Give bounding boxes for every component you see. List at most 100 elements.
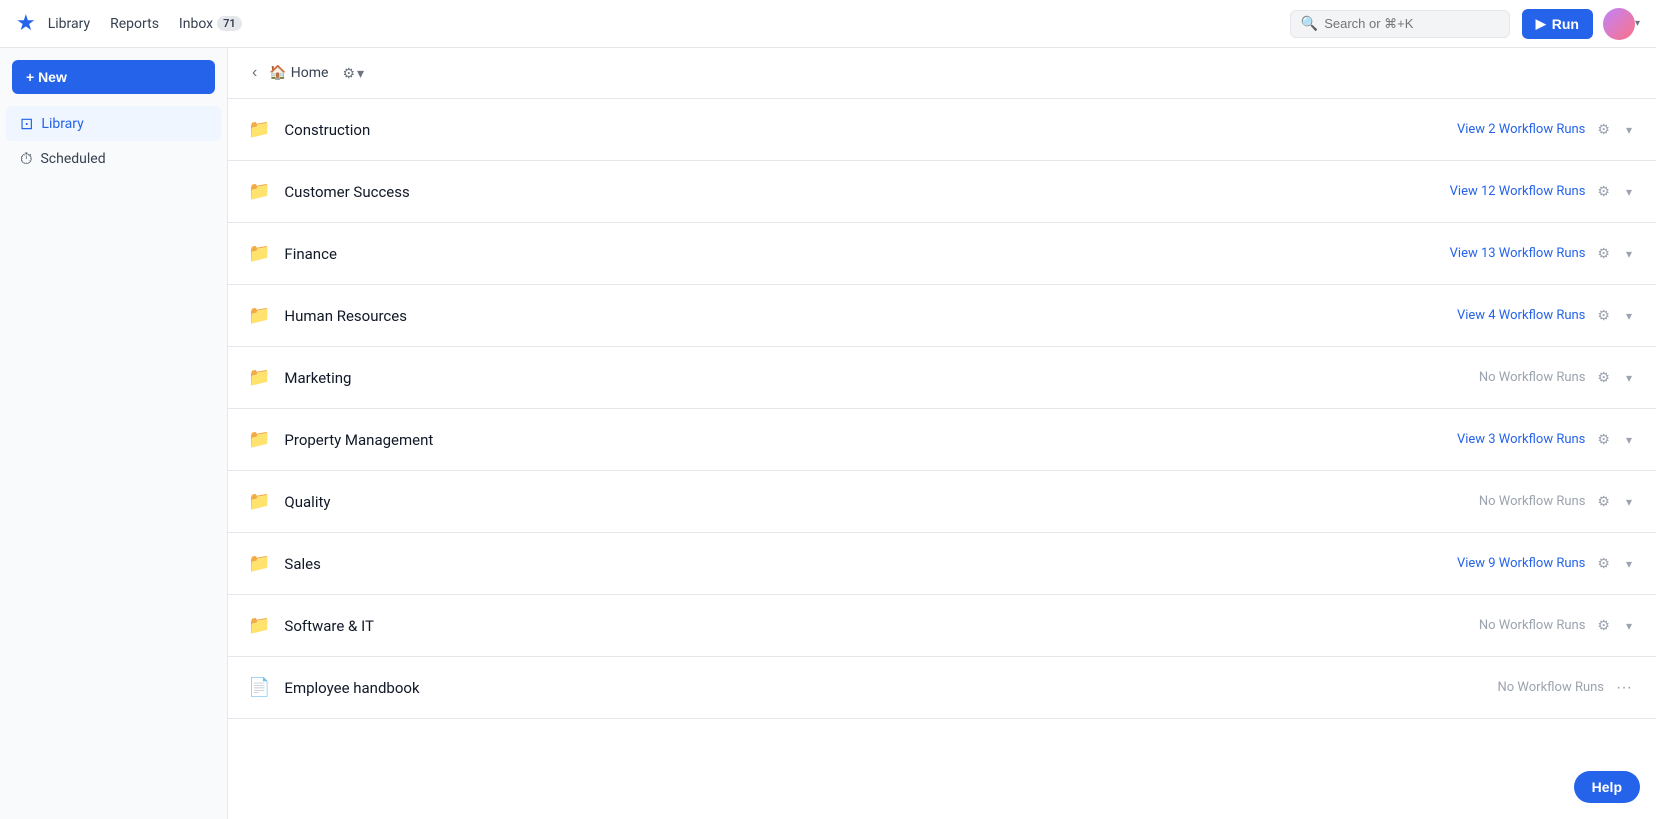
row-expand-button[interactable]: ▾ (1622, 181, 1636, 203)
row-actions: No Workflow Runs ⚙ ▾ (1479, 489, 1636, 514)
row-settings-button[interactable]: ⚙ (1593, 551, 1614, 576)
row-more-button[interactable]: ··· (1612, 675, 1636, 701)
folder-icon: 📁 (248, 119, 270, 140)
library-list: 📁 ConstructionView 2 Workflow Runs ⚙ ▾ 📁 Cust… (228, 99, 1656, 719)
library-row: 📁 FinanceView 13 Workflow Runs ⚙ ▾ (228, 223, 1656, 285)
header-settings-icon: ⚙ (342, 65, 355, 82)
folder-icon: 📁 (248, 491, 270, 512)
library-item-name: Employee handbook (284, 679, 1497, 697)
sidebar-item-scheduled[interactable]: ⏱ Scheduled (6, 141, 221, 177)
avatar[interactable] (1603, 8, 1635, 40)
row-actions: View 3 Workflow Runs ⚙ ▾ (1457, 427, 1636, 452)
header-settings-button[interactable]: ⚙ ▾ (336, 61, 370, 86)
run-button[interactable]: ▶ Run (1522, 9, 1593, 39)
library-item-name: Customer Success (284, 183, 1449, 201)
no-workflow-runs-label: No Workflow Runs (1479, 370, 1586, 385)
row-settings-button[interactable]: ⚙ (1593, 365, 1614, 390)
help-button[interactable]: Help (1574, 771, 1640, 803)
row-settings-button[interactable]: ⚙ (1593, 241, 1614, 266)
row-settings-button[interactable]: ⚙ (1593, 179, 1614, 204)
search-box[interactable]: 🔍 (1290, 10, 1510, 38)
row-actions: View 12 Workflow Runs ⚙ ▾ (1450, 179, 1636, 204)
search-input[interactable] (1324, 16, 1499, 31)
library-item-name: Human Resources (284, 307, 1457, 325)
inbox-label: Inbox (179, 16, 213, 32)
library-item-name: Sales (284, 555, 1457, 573)
view-workflow-runs-link[interactable]: View 12 Workflow Runs (1450, 184, 1586, 199)
row-settings-button[interactable]: ⚙ (1593, 303, 1614, 328)
folder-icon: 📁 (248, 553, 270, 574)
folder-icon: 📁 (248, 615, 270, 636)
library-row: 📁 Software & ITNo Workflow Runs ⚙ ▾ (228, 595, 1656, 657)
library-row: 📁 Property ManagementView 3 Workflow Runs… (228, 409, 1656, 471)
home-link[interactable]: 🏠 Home (269, 65, 328, 81)
row-actions: No Workflow Runs ⚙ ▾ (1479, 613, 1636, 638)
view-workflow-runs-link[interactable]: View 4 Workflow Runs (1457, 308, 1585, 323)
folder-icon: 📁 (248, 243, 270, 264)
row-expand-button[interactable]: ▾ (1622, 367, 1636, 389)
library-item-name: Construction (284, 121, 1457, 139)
main-layout: + New ⊡ Library ⏱ Scheduled ‹ 🏠 Home ⚙ ▾… (0, 48, 1656, 819)
content-header: ‹ 🏠 Home ⚙ ▾ (228, 48, 1656, 99)
row-expand-button[interactable]: ▾ (1622, 429, 1636, 451)
view-workflow-runs-link[interactable]: View 9 Workflow Runs (1457, 556, 1585, 571)
row-expand-button[interactable]: ▾ (1622, 119, 1636, 141)
row-expand-button[interactable]: ▾ (1622, 305, 1636, 327)
view-workflow-runs-link[interactable]: View 3 Workflow Runs (1457, 432, 1585, 447)
no-workflow-runs-label: No Workflow Runs (1479, 494, 1586, 509)
scheduled-icon: ⏱ (20, 149, 32, 169)
library-item-name: Finance (284, 245, 1449, 263)
folder-icon: 📁 (248, 429, 270, 450)
nav-library[interactable]: Library (48, 16, 90, 32)
no-workflow-runs-label: No Workflow Runs (1479, 618, 1586, 633)
library-row: 📁 MarketingNo Workflow Runs ⚙ ▾ (228, 347, 1656, 409)
content-area: ‹ 🏠 Home ⚙ ▾ 📁 ConstructionView 2 Workflo… (228, 48, 1656, 819)
library-row: 📁QualityNo Workflow Runs⚙▾ (228, 471, 1656, 533)
app-logo: ★ (16, 11, 36, 36)
search-icon: 🔍 (1301, 16, 1318, 32)
view-workflow-runs-link[interactable]: View 2 Workflow Runs (1457, 122, 1585, 137)
folder-icon: 📁 (248, 181, 270, 202)
row-expand-button[interactable]: ▾ (1622, 243, 1636, 265)
no-workflow-runs-label: No Workflow Runs (1498, 680, 1605, 695)
collapse-button[interactable]: ‹ (248, 60, 261, 86)
library-row: 📁 SalesView 9 Workflow Runs ⚙ ▾ (228, 533, 1656, 595)
home-label: Home (291, 65, 329, 81)
library-item-name: Property Management (284, 431, 1457, 449)
folder-icon: 📁 (248, 305, 270, 326)
row-expand-button[interactable]: ▾ (1622, 553, 1636, 575)
library-item-name: Software & IT (284, 617, 1478, 635)
library-row: 📁 Human ResourcesView 4 Workflow Runs ⚙ ▾ (228, 285, 1656, 347)
avatar-image (1603, 8, 1635, 40)
run-play-icon: ▶ (1536, 16, 1546, 32)
row-actions: No Workflow Runs ··· (1498, 675, 1637, 701)
header-settings-chevron-icon: ▾ (357, 65, 364, 82)
inbox-link[interactable]: Inbox 71 (179, 16, 242, 32)
row-actions: No Workflow Runs ⚙ ▾ (1479, 365, 1636, 390)
new-button[interactable]: + New (12, 60, 215, 94)
library-row: 📁 Customer SuccessView 12 Workflow Runs ⚙ ▾ (228, 161, 1656, 223)
view-workflow-runs-link[interactable]: View 13 Workflow Runs (1450, 246, 1586, 261)
library-row: 📄 Employee handbookNo Workflow Runs ··· (228, 657, 1656, 719)
document-icon: 📄 (248, 677, 270, 698)
avatar-chevron-icon[interactable]: ▾ (1635, 18, 1640, 29)
sidebar-item-library-label: Library (41, 116, 83, 132)
row-actions: View 13 Workflow Runs ⚙ ▾ (1450, 241, 1636, 266)
library-item-name: Marketing (284, 369, 1478, 387)
folder-icon: 📁 (248, 367, 270, 388)
home-icon: 🏠 (269, 65, 286, 81)
top-navigation: ★ Library Reports Inbox 71 🔍 ▶ Run ▾ (0, 0, 1656, 48)
row-settings-button[interactable]: ⚙ (1593, 427, 1614, 452)
row-settings-button[interactable]: ⚙ (1593, 613, 1614, 638)
row-actions: View 9 Workflow Runs ⚙ ▾ (1457, 551, 1636, 576)
row-expand-button[interactable]: ▾ (1622, 491, 1636, 513)
sidebar: + New ⊡ Library ⏱ Scheduled (0, 48, 228, 819)
row-settings-button[interactable]: ⚙ (1593, 117, 1614, 142)
library-icon: ⊡ (20, 114, 33, 133)
library-row: 📁 ConstructionView 2 Workflow Runs ⚙ ▾ (228, 99, 1656, 161)
nav-reports[interactable]: Reports (110, 16, 159, 32)
row-settings-button[interactable]: ⚙ (1593, 489, 1614, 514)
row-expand-button[interactable]: ▾ (1622, 615, 1636, 637)
sidebar-item-library[interactable]: ⊡ Library (6, 106, 221, 141)
row-actions: View 4 Workflow Runs ⚙ ▾ (1457, 303, 1636, 328)
